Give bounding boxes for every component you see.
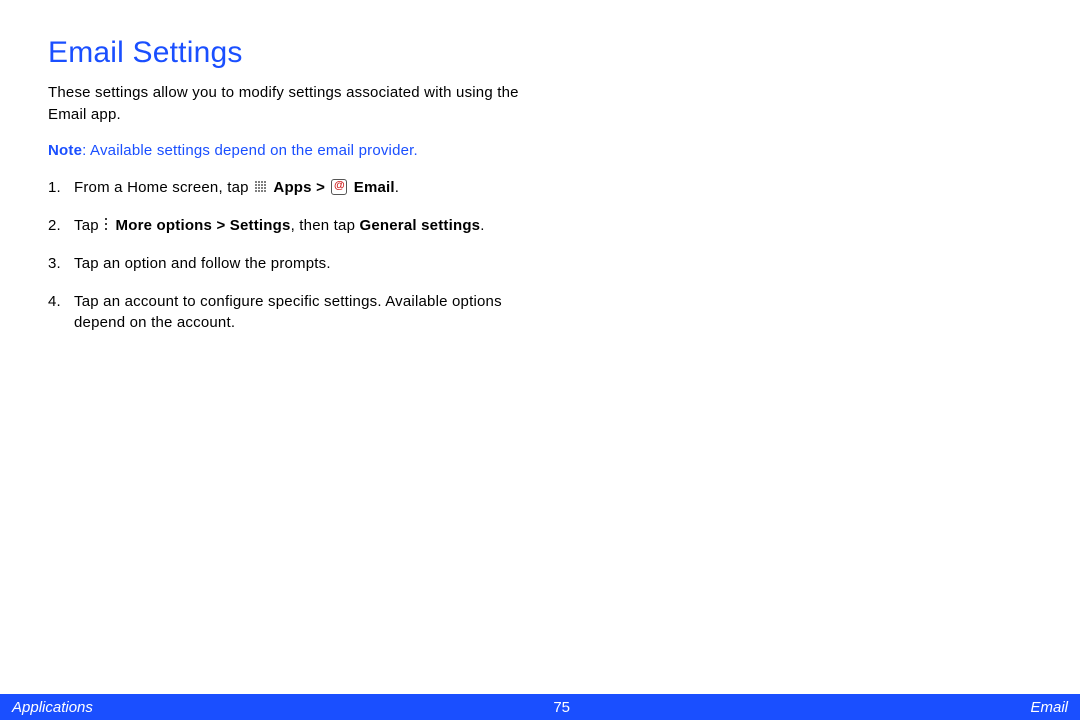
step-2-mid: , then tap bbox=[291, 217, 360, 234]
step-3: Tap an option and follow the prompts. bbox=[48, 253, 552, 275]
step-1-pre: From a Home screen, tap bbox=[74, 179, 253, 196]
note-paragraph: Note: Available settings depend on the e… bbox=[48, 140, 552, 162]
page-title: Email Settings bbox=[48, 36, 552, 70]
step-1-email: Email bbox=[349, 179, 394, 196]
step-1-apps: Apps > bbox=[273, 179, 329, 196]
step-2-more: More options > Settings bbox=[116, 217, 291, 234]
note-text: : Available settings depend on the email… bbox=[82, 142, 418, 159]
note-label: Note bbox=[48, 142, 82, 159]
more-options-icon bbox=[103, 218, 109, 232]
intro-paragraph: These settings allow you to modify setti… bbox=[48, 82, 552, 126]
step-1-period: . bbox=[395, 179, 399, 196]
page-footer: Applications 75 Email bbox=[0, 694, 1080, 720]
step-2: Tap More options > Settings, then tap Ge… bbox=[48, 215, 552, 237]
footer-section-label: Applications bbox=[12, 699, 93, 716]
page-content: Email Settings These settings allow you … bbox=[0, 0, 600, 334]
step-2-general: General settings bbox=[359, 217, 480, 234]
step-2-pre: Tap bbox=[74, 217, 103, 234]
step-1: From a Home screen, tap Apps > Email. bbox=[48, 177, 552, 199]
footer-page-number: 75 bbox=[93, 699, 1031, 716]
apps-grid-icon bbox=[254, 180, 268, 194]
email-app-icon bbox=[331, 179, 347, 195]
footer-topic-label: Email bbox=[1030, 699, 1068, 716]
steps-list: From a Home screen, tap Apps > Email. Ta… bbox=[48, 177, 552, 334]
step-4: Tap an account to configure specific set… bbox=[48, 291, 552, 335]
step-2-period: . bbox=[480, 217, 484, 234]
